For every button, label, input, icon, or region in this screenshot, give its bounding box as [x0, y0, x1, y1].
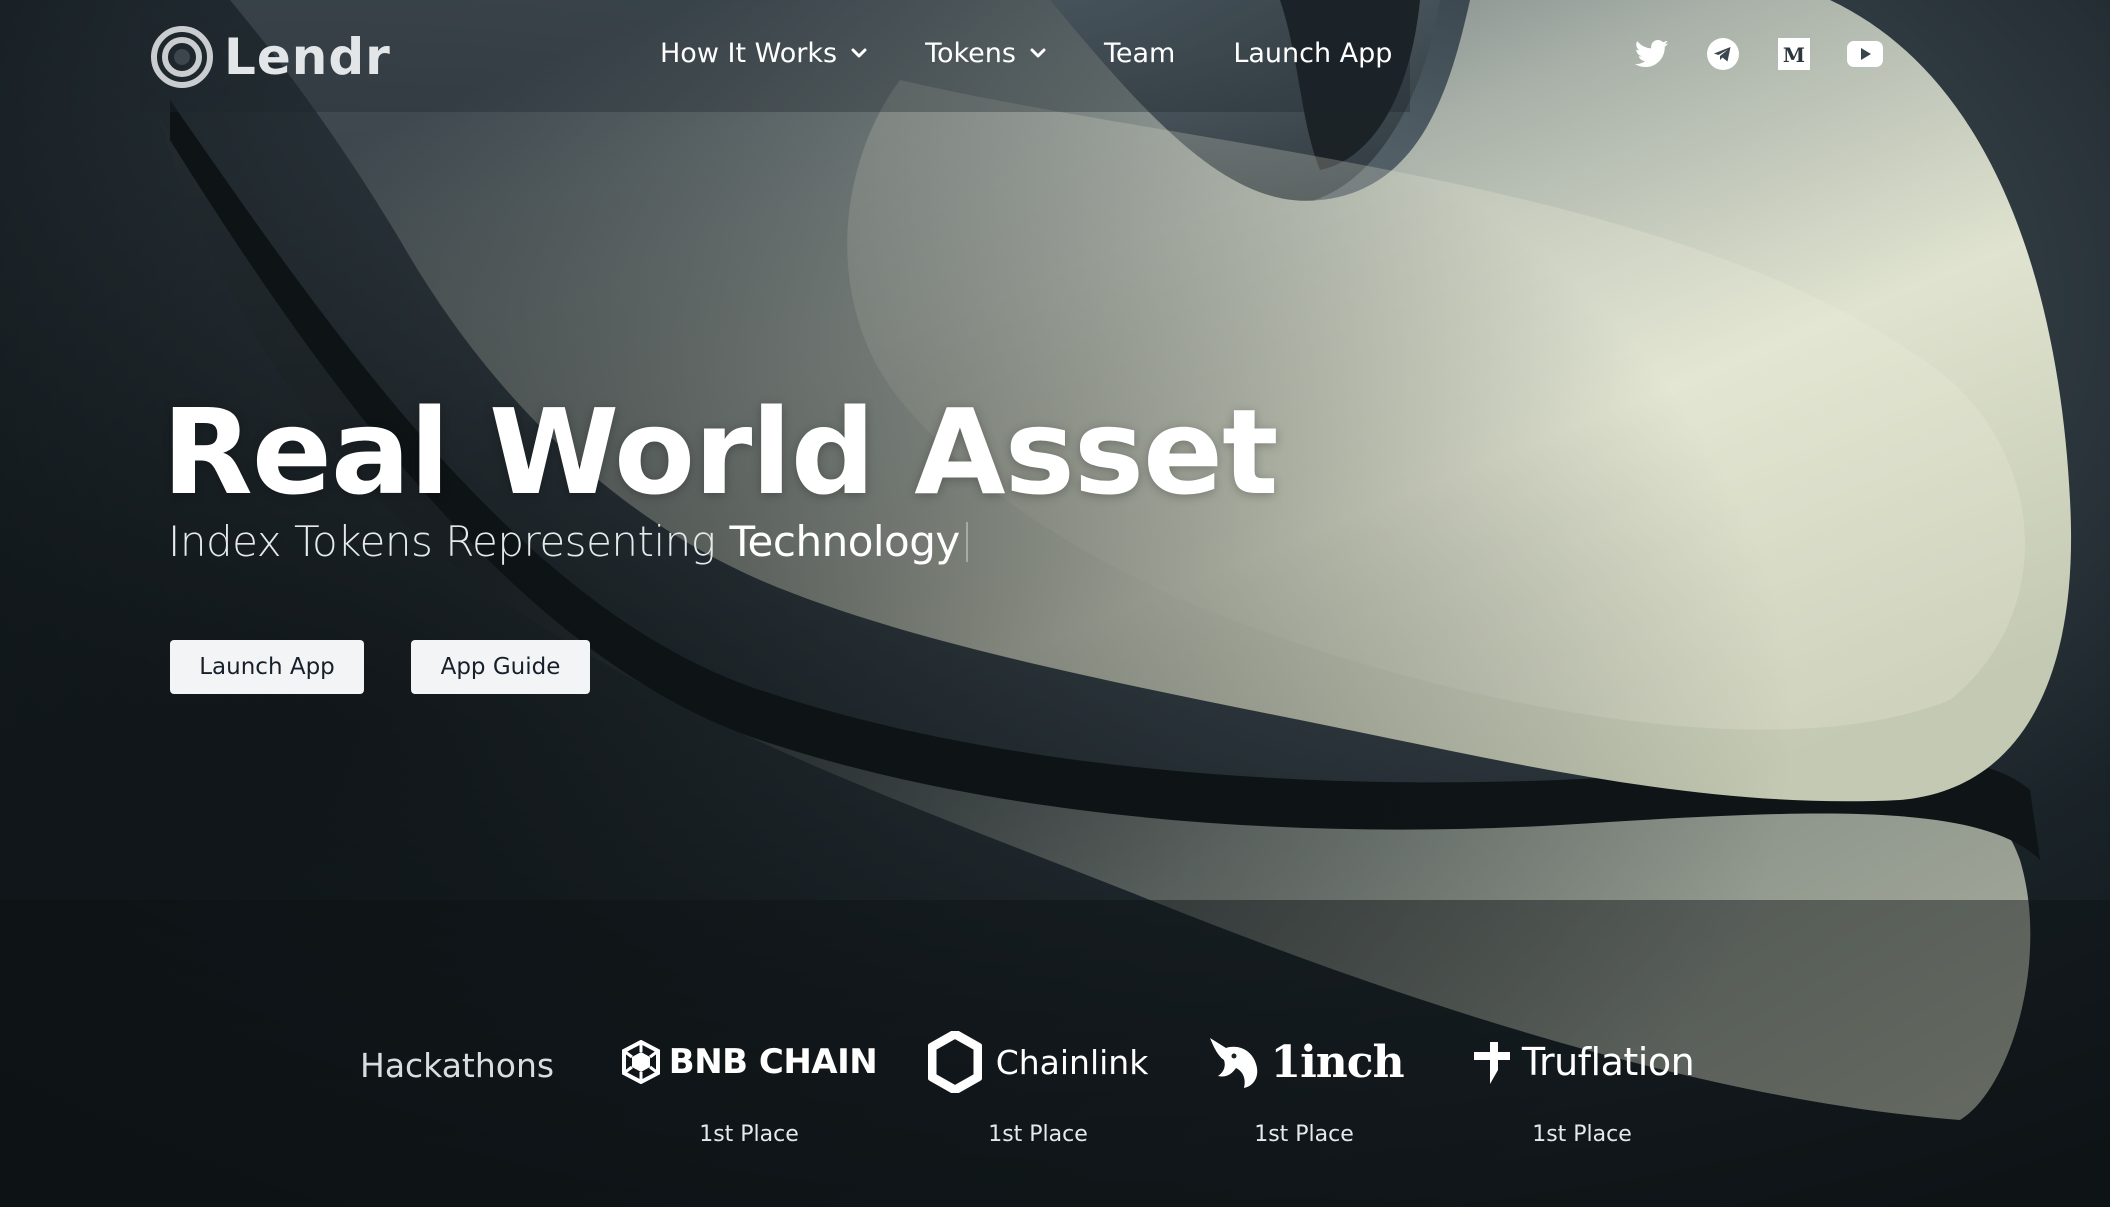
telegram-icon [1707, 38, 1739, 70]
hero-subtitle-prefix: Index Tokens Representing [168, 517, 716, 566]
sponsor-1inch: 1inch 1st Place [1210, 1030, 1405, 1147]
menu-tokens[interactable]: Tokens [925, 38, 1046, 69]
bnb-chain-logo: BNB CHAIN [621, 1030, 878, 1094]
lendr-logo-icon [151, 26, 213, 88]
truflation-logo: Truflation [1470, 1030, 1695, 1094]
menu-how-it-works-label: How It Works [660, 37, 838, 69]
hero-subtitle-highlight: Technology [729, 517, 961, 566]
brand-logo[interactable]: Lendr [150, 24, 391, 90]
chainlink-hexagon-icon [927, 1031, 982, 1093]
youtube-icon [1847, 41, 1883, 67]
typing-cursor [965, 522, 968, 562]
sponsor-bnb-chain: BNB CHAIN 1st Place [621, 1030, 878, 1147]
menu-launch-app-label: Launch App [1233, 37, 1393, 69]
menu-team-label: Team [1103, 37, 1176, 69]
top-navigation: Lendr How It Works Tokens Team Launch Ap… [0, 0, 2110, 112]
chainlink-logo: Chainlink [927, 1030, 1149, 1094]
truflation-mark-icon [1473, 1042, 1510, 1084]
sponsor-truflation: Truflation 1st Place [1462, 1030, 1702, 1147]
medium-link[interactable]: M [1774, 34, 1814, 74]
twitter-link[interactable] [1632, 34, 1672, 74]
unicorn-icon [1210, 1038, 1258, 1088]
hero-subtitle: Index Tokens Representing Technology [168, 512, 968, 572]
chevron-down-icon [1030, 48, 1046, 58]
1inch-logo: 1inch [1204, 1030, 1405, 1094]
menu-how-it-works[interactable]: How It Works [660, 38, 867, 69]
main-menu: How It Works Tokens Team Launch App [660, 30, 1450, 76]
menu-team[interactable]: Team [1104, 38, 1175, 69]
bnb-chain-place: 1st Place [699, 1122, 799, 1147]
1inch-place: 1st Place [1254, 1122, 1354, 1147]
bnb-cube-icon [621, 1040, 660, 1084]
twitter-icon [1635, 39, 1669, 68]
menu-launch-app[interactable]: Launch App [1233, 38, 1392, 69]
chainlink-place: 1st Place [988, 1122, 1088, 1147]
chainlink-name: Chainlink [995, 1042, 1149, 1082]
telegram-link[interactable] [1703, 34, 1743, 74]
hero-background [0, 0, 2110, 1207]
medium-icon: M [1778, 38, 1810, 70]
sponsor-chainlink: Chainlink 1st Place [927, 1030, 1148, 1147]
chevron-down-icon [851, 48, 867, 58]
brand-name: Lendr [224, 28, 391, 86]
youtube-link[interactable] [1845, 34, 1885, 74]
truflation-name: Truflation [1521, 1040, 1695, 1084]
launch-app-button[interactable]: Launch App [170, 640, 364, 694]
svg-text:M: M [1783, 43, 1805, 67]
hero-title: Real World Asset [162, 383, 1278, 521]
menu-tokens-label: Tokens [925, 37, 1016, 69]
hackathons-label: Hackathons [360, 1046, 555, 1085]
truflation-place: 1st Place [1532, 1122, 1632, 1147]
social-links: M [1632, 34, 1916, 74]
bnb-chain-name: BNB CHAIN [668, 1042, 878, 1082]
app-guide-button[interactable]: App Guide [411, 640, 590, 694]
1inch-name: 1inch [1270, 1036, 1404, 1088]
